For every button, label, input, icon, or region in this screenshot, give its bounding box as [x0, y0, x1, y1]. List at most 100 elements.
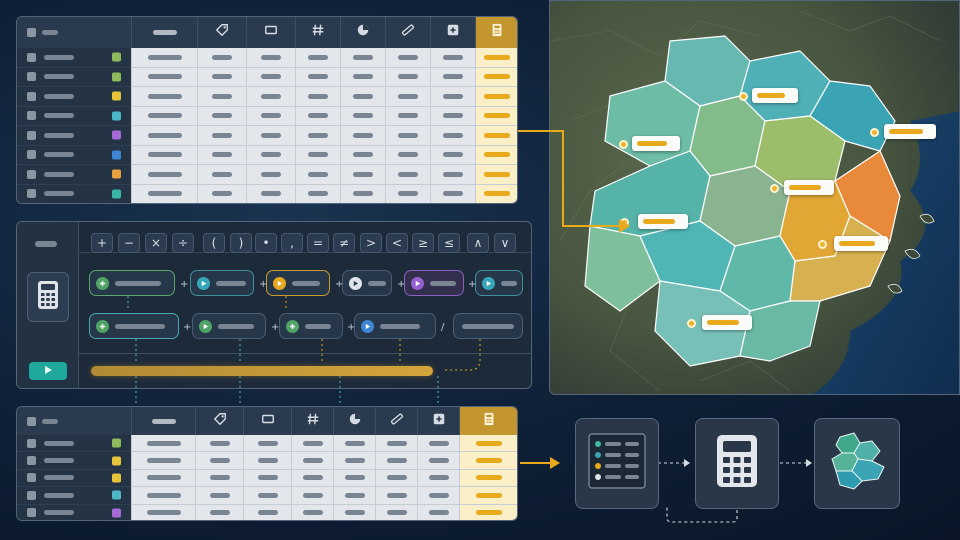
table-cell[interactable] — [291, 487, 333, 505]
row-selector[interactable] — [17, 452, 131, 470]
table-cell[interactable] — [291, 504, 333, 520]
row-checkbox[interactable] — [27, 438, 36, 448]
field-token-9[interactable] — [279, 313, 343, 339]
operator-button[interactable]: ) — [230, 233, 252, 253]
table-cell[interactable] — [195, 435, 243, 453]
operator-button[interactable]: ∨ — [494, 233, 516, 253]
table-cell[interactable] — [131, 67, 197, 87]
table-cell[interactable] — [333, 452, 375, 470]
table-cell[interactable] — [340, 145, 385, 165]
field-token-6[interactable] — [475, 270, 523, 296]
calculated-cell[interactable] — [475, 48, 517, 68]
calculated-cell[interactable] — [475, 126, 517, 146]
operator-button[interactable]: ÷ — [172, 233, 194, 253]
map-pin-3[interactable] — [619, 140, 628, 149]
table-cell[interactable] — [340, 87, 385, 107]
table-cell[interactable] — [131, 145, 197, 165]
table-cell[interactable] — [295, 87, 340, 107]
table-cell[interactable] — [340, 48, 385, 68]
column-header-number[interactable] — [295, 17, 340, 48]
calculated-cell[interactable] — [475, 145, 517, 165]
table-cell[interactable] — [417, 469, 459, 488]
table-row[interactable] — [17, 145, 517, 165]
table-row[interactable] — [17, 67, 517, 87]
table-cell[interactable] — [131, 435, 195, 453]
table-cell[interactable] — [340, 165, 385, 185]
calculated-cell[interactable] — [459, 435, 517, 453]
calculated-cell[interactable] — [459, 469, 517, 488]
table-row[interactable] — [17, 106, 517, 126]
table-cell[interactable] — [430, 184, 475, 203]
row-selector[interactable] — [17, 126, 131, 146]
column-header-tag[interactable] — [195, 407, 243, 435]
table-cell[interactable] — [246, 106, 295, 126]
table-cell[interactable] — [375, 504, 417, 520]
field-token-11[interactable] — [453, 313, 523, 339]
table-cell[interactable] — [131, 469, 195, 488]
table-cell[interactable] — [131, 126, 197, 146]
run-button[interactable] — [29, 362, 67, 380]
map-canvas[interactable] — [550, 1, 960, 395]
operator-button[interactable]: × — [145, 233, 167, 253]
table-cell[interactable] — [375, 487, 417, 505]
table-cell[interactable] — [417, 435, 459, 453]
row-checkbox[interactable] — [27, 473, 36, 483]
table-cell[interactable] — [197, 87, 246, 107]
table-cell[interactable] — [417, 452, 459, 470]
table-row[interactable] — [17, 469, 517, 488]
table-cell[interactable] — [295, 106, 340, 126]
map-pin-6[interactable] — [818, 240, 827, 249]
table-row[interactable] — [17, 504, 517, 520]
table-cell[interactable] — [243, 435, 291, 453]
table-cell[interactable] — [385, 145, 430, 165]
row-selector[interactable] — [17, 48, 131, 68]
operator-button[interactable]: ≥ — [412, 233, 434, 253]
table-cell[interactable] — [340, 126, 385, 146]
select-all-checkbox[interactable] — [27, 416, 36, 426]
field-token-3[interactable] — [266, 270, 330, 296]
table-cell[interactable] — [430, 145, 475, 165]
operator-button[interactable]: ≠ — [333, 233, 355, 253]
table-cell[interactable] — [195, 452, 243, 470]
row-selector[interactable] — [17, 67, 131, 87]
select-all-checkbox[interactable] — [27, 28, 36, 37]
column-header-name[interactable] — [131, 17, 197, 48]
header-selector[interactable] — [17, 407, 131, 435]
table-cell[interactable] — [385, 184, 430, 203]
column-header-calculated[interactable] — [475, 17, 517, 48]
calculated-cell[interactable] — [475, 184, 517, 203]
calculated-cell[interactable] — [459, 452, 517, 470]
table-cell[interactable] — [195, 487, 243, 505]
field-token-8[interactable] — [192, 313, 266, 339]
column-header-add[interactable] — [430, 17, 475, 48]
table-cell[interactable] — [197, 145, 246, 165]
column-header-percent[interactable] — [333, 407, 375, 435]
table-cell[interactable] — [333, 487, 375, 505]
table-cell[interactable] — [246, 67, 295, 87]
row-selector[interactable] — [17, 487, 131, 505]
field-token-5[interactable] — [404, 270, 464, 296]
table-cell[interactable] — [243, 504, 291, 520]
table-cell[interactable] — [246, 145, 295, 165]
table-row[interactable] — [17, 126, 517, 146]
operator-button[interactable]: ∧ — [467, 233, 489, 253]
row-selector[interactable] — [17, 504, 131, 520]
table-cell[interactable] — [430, 48, 475, 68]
column-header-shape[interactable] — [246, 17, 295, 48]
row-selector[interactable] — [17, 87, 131, 107]
table-cell[interactable] — [295, 145, 340, 165]
table-cell[interactable] — [131, 504, 195, 520]
map-pin-4[interactable] — [770, 184, 779, 193]
map-output-card[interactable] — [814, 418, 900, 509]
column-header-percent[interactable] — [340, 17, 385, 48]
operator-button[interactable]: ≤ — [438, 233, 460, 253]
table-row[interactable] — [17, 452, 517, 470]
operator-button[interactable]: + — [91, 233, 113, 253]
column-header-measure[interactable] — [375, 407, 417, 435]
table-cell[interactable] — [385, 126, 430, 146]
column-header-calculated[interactable] — [459, 407, 517, 435]
table-cell[interactable] — [197, 48, 246, 68]
table-cell[interactable] — [246, 184, 295, 203]
table-cell[interactable] — [131, 87, 197, 107]
table-cell[interactable] — [385, 67, 430, 87]
